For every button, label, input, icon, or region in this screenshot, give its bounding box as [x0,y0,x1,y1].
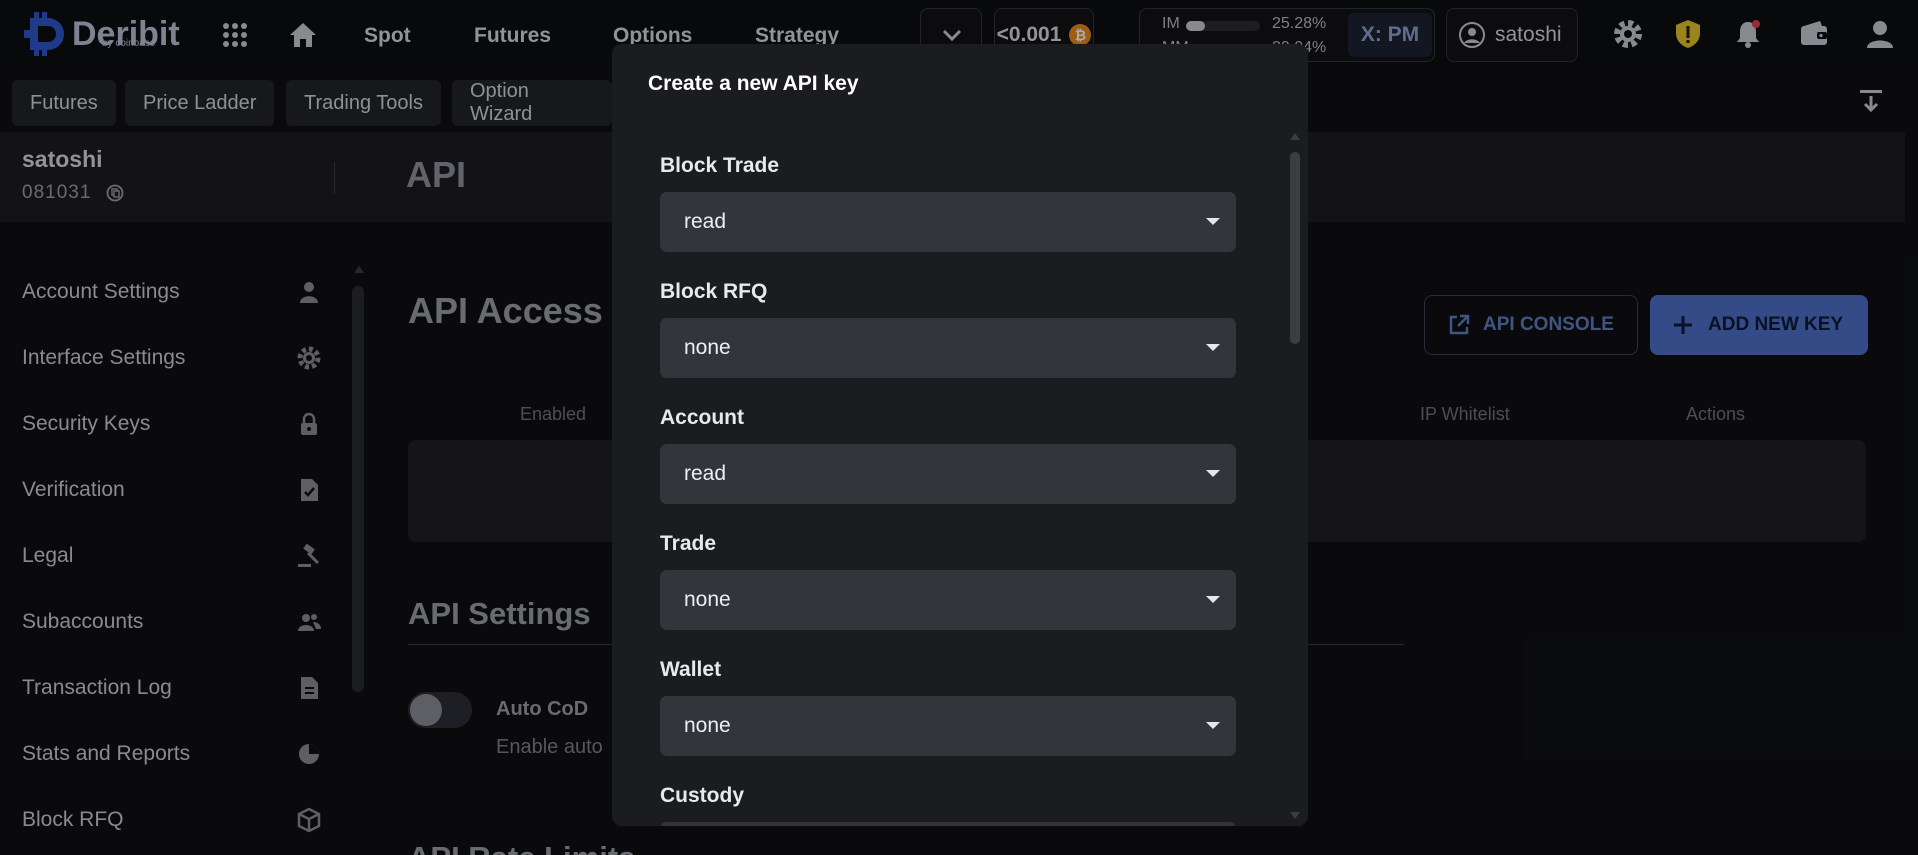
block-trade-value: read [684,210,727,233]
modal-scroll-up-icon[interactable] [1288,130,1302,142]
custody-label: Custody [660,784,744,807]
caret-down-icon [1206,596,1220,603]
modal-scrollbar[interactable] [1290,152,1300,344]
trade-value: none [684,588,731,611]
block-rfq-value: none [684,336,731,359]
block-trade-label: Block Trade [660,154,780,177]
caret-down-icon [1206,218,1220,225]
caret-down-icon [1206,722,1220,729]
trade-select[interactable]: none [660,570,1236,630]
wallet-label: Wallet [660,658,722,681]
block-rfq-label: Block RFQ [660,280,768,303]
wallet-select[interactable]: none [660,696,1236,756]
caret-down-icon [1206,470,1220,477]
custody-select[interactable] [660,822,1236,826]
block-trade-select[interactable]: read [660,192,1236,252]
caret-down-icon [1206,344,1220,351]
create-api-key-modal: Create a new API key Block Trade read Bl… [612,44,1308,826]
account-value: read [684,462,727,485]
modal-title: Create a new API key [648,72,859,95]
block-rfq-select[interactable]: none [660,318,1236,378]
wallet-value: none [684,714,731,737]
account-label: Account [660,406,744,429]
modal-scroll-down-icon[interactable] [1288,810,1302,822]
trade-label: Trade [660,532,717,555]
account-select[interactable]: read [660,444,1236,504]
